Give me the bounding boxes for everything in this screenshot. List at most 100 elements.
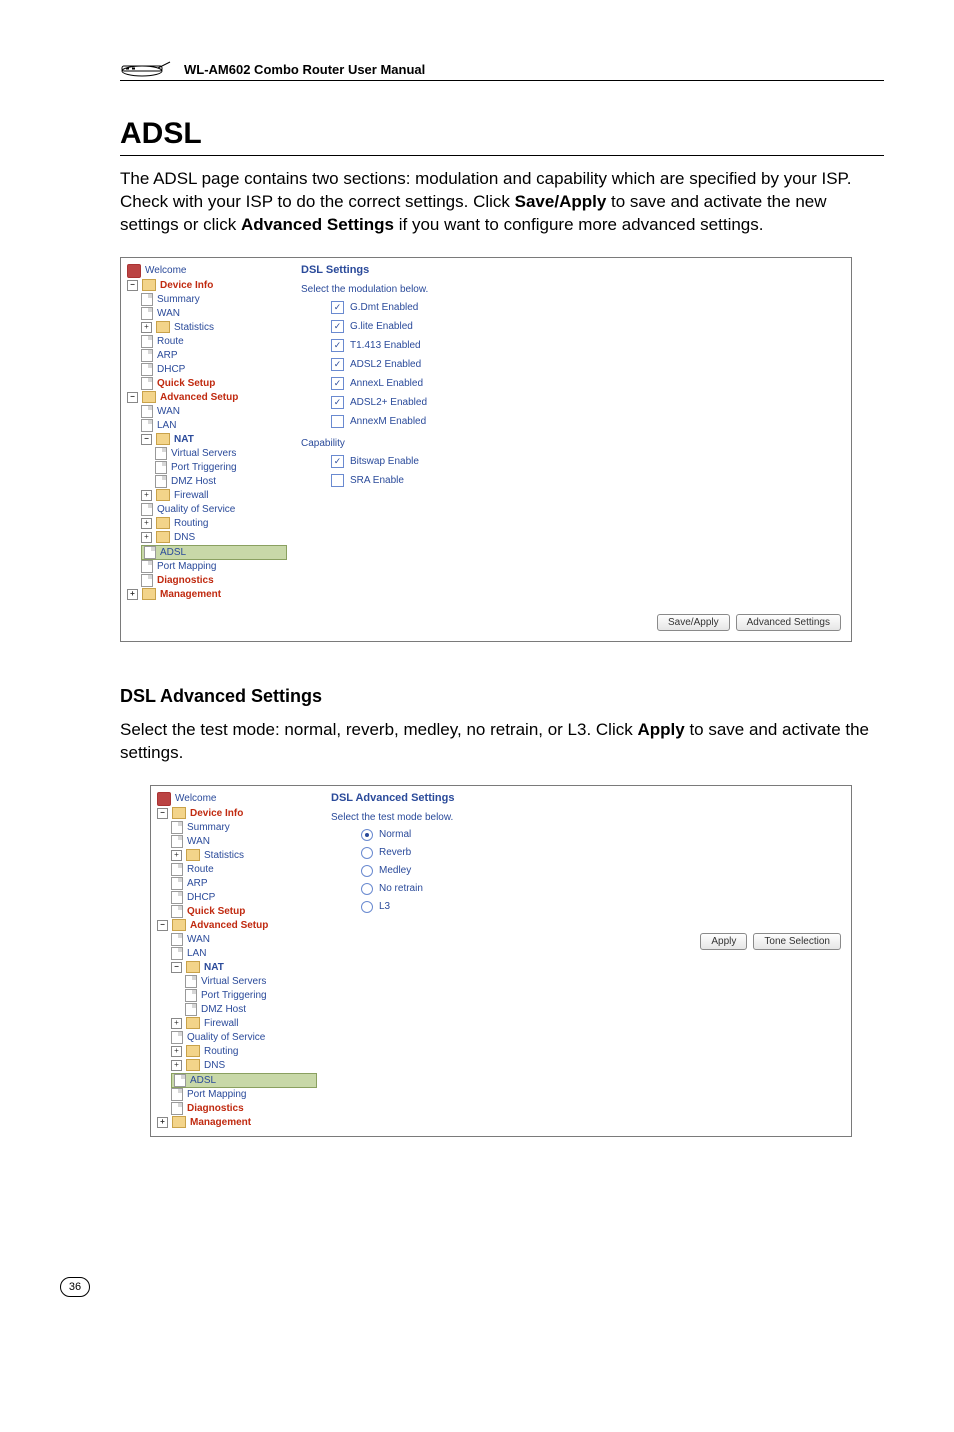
opt-l3[interactable]: L3 — [361, 901, 841, 913]
radio-icon[interactable] — [361, 865, 373, 877]
nav-quick-setup[interactable]: Quick Setup — [171, 905, 317, 919]
expand-icon[interactable]: + — [171, 1060, 182, 1071]
apply-button[interactable]: Apply — [700, 933, 747, 950]
nav-lan[interactable]: LAN — [171, 947, 317, 961]
nav-port-mapping[interactable]: Port Mapping — [171, 1088, 317, 1102]
advanced-settings-button[interactable]: Advanced Settings — [736, 614, 841, 631]
checkbox-icon[interactable]: ✓ — [331, 377, 344, 390]
nav-adsl[interactable]: ADSL — [171, 1073, 317, 1088]
nav-dmz-host[interactable]: DMZ Host — [185, 1003, 317, 1017]
nav-device-info[interactable]: −Device Info — [157, 807, 317, 821]
collapse-icon[interactable]: − — [127, 280, 138, 291]
nav-quick-setup[interactable]: Quick Setup — [141, 377, 287, 391]
opt-noretrain[interactable]: No retrain — [361, 883, 841, 895]
opt-glite[interactable]: ✓G.lite Enabled — [331, 320, 841, 333]
nav-dns[interactable]: +DNS — [141, 531, 287, 545]
nav-route[interactable]: Route — [141, 335, 287, 349]
checkbox-icon[interactable]: ✓ — [331, 301, 344, 314]
nav-firewall[interactable]: +Firewall — [171, 1017, 317, 1031]
checkbox-icon[interactable]: ✓ — [331, 396, 344, 409]
nav-diagnostics[interactable]: Diagnostics — [141, 574, 287, 588]
radio-icon[interactable] — [361, 901, 373, 913]
collapse-icon[interactable]: − — [157, 808, 168, 819]
opt-medley[interactable]: Medley — [361, 865, 841, 877]
nav-arp[interactable]: ARP — [171, 877, 317, 891]
opt-adsl2[interactable]: ✓ADSL2 Enabled — [331, 358, 841, 371]
checkbox-icon[interactable]: ✓ — [331, 339, 344, 352]
nav-routing[interactable]: +Routing — [171, 1045, 317, 1059]
save-apply-button[interactable]: Save/Apply — [657, 614, 730, 631]
opt-normal[interactable]: Normal — [361, 829, 841, 841]
radio-icon[interactable] — [361, 883, 373, 895]
nav-wan[interactable]: WAN — [171, 835, 317, 849]
expand-icon[interactable]: + — [141, 518, 152, 529]
nav-wan[interactable]: WAN — [141, 307, 287, 321]
nav-diagnostics[interactable]: Diagnostics — [171, 1102, 317, 1116]
nav-virtual-servers[interactable]: Virtual Servers — [155, 447, 287, 461]
expand-icon[interactable]: + — [171, 1046, 182, 1057]
opt-t1413[interactable]: ✓T1.413 Enabled — [331, 339, 841, 352]
nav-dns[interactable]: +DNS — [171, 1059, 317, 1073]
nav-label: Management — [160, 588, 221, 601]
nav-statistics[interactable]: +Statistics — [141, 321, 287, 335]
nav-label: Route — [157, 335, 184, 348]
nav-port-mapping[interactable]: Port Mapping — [141, 560, 287, 574]
nav-statistics[interactable]: +Statistics — [171, 849, 317, 863]
nav-routing[interactable]: +Routing — [141, 517, 287, 531]
expand-icon[interactable]: + — [141, 322, 152, 333]
checkbox-icon[interactable]: ✓ — [331, 320, 344, 333]
opt-label: Reverb — [379, 847, 411, 858]
expand-icon[interactable]: + — [127, 589, 138, 600]
expand-icon[interactable]: + — [157, 1117, 168, 1128]
radio-icon[interactable] — [361, 829, 373, 841]
cap-bitswap[interactable]: ✓Bitswap Enable — [331, 455, 841, 468]
nav-wan2[interactable]: WAN — [141, 405, 287, 419]
checkbox-icon[interactable]: ✓ — [331, 358, 344, 371]
nav-nat[interactable]: −NAT — [141, 433, 287, 447]
nav-qos[interactable]: Quality of Service — [141, 503, 287, 517]
nav-dhcp[interactable]: DHCP — [141, 363, 287, 377]
collapse-icon[interactable]: − — [171, 962, 182, 973]
opt-annexl[interactable]: ✓AnnexL Enabled — [331, 377, 841, 390]
nav-route[interactable]: Route — [171, 863, 317, 877]
nav-welcome[interactable]: Welcome — [157, 792, 317, 807]
nav-nat[interactable]: −NAT — [171, 961, 317, 975]
nav-dmz-host[interactable]: DMZ Host — [155, 475, 287, 489]
nav-management[interactable]: + Management — [127, 588, 287, 602]
nav-advanced-setup[interactable]: −Advanced Setup — [127, 391, 287, 405]
expand-icon[interactable]: + — [141, 490, 152, 501]
opt-gdmt[interactable]: ✓G.Dmt Enabled — [331, 301, 841, 314]
nav-welcome[interactable]: Welcome — [127, 264, 287, 279]
nav-lan[interactable]: LAN — [141, 419, 287, 433]
nav-firewall[interactable]: +Firewall — [141, 489, 287, 503]
radio-icon[interactable] — [361, 847, 373, 859]
nav-arp[interactable]: ARP — [141, 349, 287, 363]
opt-reverb[interactable]: Reverb — [361, 847, 841, 859]
nav-adsl[interactable]: ADSL — [141, 545, 287, 560]
opt-annexm[interactable]: AnnexM Enabled — [331, 415, 841, 428]
nav-dhcp[interactable]: DHCP — [171, 891, 317, 905]
nav-advanced-setup[interactable]: −Advanced Setup — [157, 919, 317, 933]
expand-icon[interactable]: + — [171, 850, 182, 861]
collapse-icon[interactable]: − — [141, 434, 152, 445]
opt-adsl2p[interactable]: ✓ADSL2+ Enabled — [331, 396, 841, 409]
nav-device-info[interactable]: −Device Info — [127, 279, 287, 293]
nav-management[interactable]: +Management — [157, 1116, 317, 1130]
cap-sra[interactable]: SRA Enable — [331, 474, 841, 487]
page-icon — [171, 1102, 183, 1115]
nav-port-triggering[interactable]: Port Triggering — [155, 461, 287, 475]
nav-wan2[interactable]: WAN — [171, 933, 317, 947]
tone-selection-button[interactable]: Tone Selection — [753, 933, 841, 950]
nav-summary[interactable]: Summary — [171, 821, 317, 835]
collapse-icon[interactable]: − — [157, 920, 168, 931]
expand-icon[interactable]: + — [171, 1018, 182, 1029]
nav-port-triggering[interactable]: Port Triggering — [185, 989, 317, 1003]
expand-icon[interactable]: + — [141, 532, 152, 543]
nav-summary[interactable]: Summary — [141, 293, 287, 307]
checkbox-icon[interactable] — [331, 474, 344, 487]
nav-virtual-servers[interactable]: Virtual Servers — [185, 975, 317, 989]
checkbox-icon[interactable] — [331, 415, 344, 428]
nav-qos[interactable]: Quality of Service — [171, 1031, 317, 1045]
checkbox-icon[interactable]: ✓ — [331, 455, 344, 468]
collapse-icon[interactable]: − — [127, 392, 138, 403]
